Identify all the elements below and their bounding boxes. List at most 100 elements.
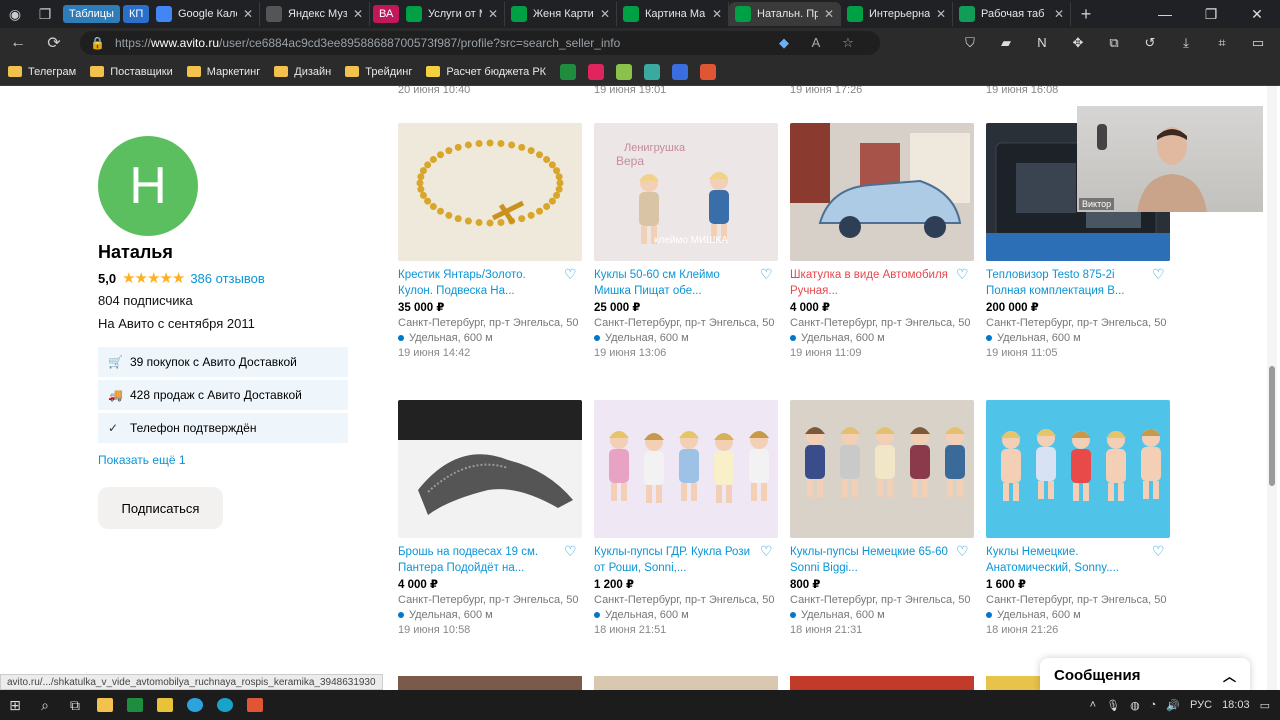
telegram-icon[interactable] <box>180 690 210 720</box>
screenshot-icon[interactable]: ⌗ <box>1206 35 1238 51</box>
heart-icon[interactable]: ♡ <box>564 544 577 576</box>
chevron-up-icon[interactable]: ˄ <box>1090 699 1096 711</box>
extension-icon[interactable]: ▰ <box>990 35 1022 51</box>
new-tab-icon[interactable]: + <box>1071 0 1101 28</box>
clock[interactable]: 18:03 <box>1222 699 1250 711</box>
volume-icon[interactable]: 🔊 <box>1166 699 1180 712</box>
task-view-icon[interactable]: ⧉ <box>60 697 90 714</box>
history-icon[interactable]: ↺ <box>1134 35 1166 51</box>
listing-photo[interactable] <box>790 676 974 690</box>
bookmark[interactable]: Дизайн <box>274 66 331 78</box>
url-field[interactable]: 🔒 https://www.avito.ru/user/ce6884ac9cd3… <box>80 31 880 55</box>
listing-photo[interactable] <box>594 676 778 690</box>
listing-photo[interactable] <box>398 123 582 261</box>
sheets-icon[interactable] <box>120 690 150 720</box>
listing-title[interactable]: Крестик Янтарь/Золото. Кулон. Подвеска Н… <box>398 267 558 299</box>
show-more-link[interactable]: Показать ещё 1 <box>98 453 358 467</box>
listing-card[interactable]: Куклы-пупсы Немецкие 65-60 Sonni Biggi..… <box>790 400 974 638</box>
windows-start-icon[interactable]: ⊞ <box>0 697 30 714</box>
listing-title[interactable]: Куклы-пупсы ГДР. Кукла Рози от Роши, Son… <box>594 544 754 576</box>
tab[interactable]: Рабочая таб ✕ <box>953 2 1071 26</box>
listing-title[interactable]: Брошь на подвесах 19 см. Пантера Подойдё… <box>398 544 558 576</box>
tab-close-icon[interactable]: ✕ <box>712 7 722 21</box>
back-icon[interactable]: ← <box>0 34 36 52</box>
tab[interactable]: Натальн. Пр ✕ <box>729 2 841 26</box>
bookmark[interactable]: Расчет бюджета РК <box>426 66 546 78</box>
tab[interactable]: Картина Ма ✕ <box>617 2 729 26</box>
heart-icon[interactable]: ♡ <box>564 267 577 299</box>
heart-icon[interactable]: ♡ <box>956 267 969 299</box>
read-aloud-icon[interactable]: A <box>804 35 828 51</box>
listing-title[interactable]: Куклы 50-60 см Клеймо Мишка Пищат обе... <box>594 267 754 299</box>
tab-close-icon[interactable]: ✕ <box>1054 7 1064 21</box>
restore-icon[interactable]: ❐ <box>1188 6 1234 23</box>
tab-close-icon[interactable]: ✕ <box>600 7 610 21</box>
listing-card[interactable]: Куклы Немецкие. Анатомический, Sonny....… <box>986 400 1170 638</box>
workspaces-icon[interactable]: ❐ <box>30 0 60 28</box>
language-indicator[interactable]: РУС <box>1190 699 1212 711</box>
tab[interactable]: Интерьерна ✕ <box>841 2 953 26</box>
heart-icon[interactable]: ♡ <box>760 267 773 299</box>
close-icon[interactable]: ✕ <box>1234 6 1280 23</box>
tab[interactable]: Услуги от М ✕ <box>400 2 505 26</box>
page-scrollbar[interactable] <box>1267 86 1277 690</box>
edge-icon[interactable] <box>210 690 240 720</box>
listing-photo[interactable] <box>594 400 778 538</box>
collections-icon[interactable]: ⧉ <box>1098 35 1130 51</box>
tab-close-icon[interactable]: ✕ <box>824 7 834 21</box>
listing-card[interactable]: Крестик Янтарь/Золото. Кулон. Подвеска Н… <box>398 123 582 361</box>
pinterest-icon[interactable] <box>588 63 605 80</box>
drive-icon[interactable] <box>560 63 577 80</box>
bookmark[interactable]: Маркетинг <box>186 66 260 78</box>
heart-icon[interactable]: ♡ <box>956 544 969 576</box>
reviews-link[interactable]: 386 отзывов <box>190 271 264 286</box>
minimize-icon[interactable]: — <box>1142 6 1188 23</box>
bookmark[interactable]: Поставщики <box>90 66 173 78</box>
chevron-up-icon[interactable]: ︿ <box>1223 666 1236 685</box>
listing-photo[interactable] <box>790 123 974 261</box>
listing-title[interactable]: Куклы-пупсы Немецкие 65-60 Sonni Biggi..… <box>790 544 950 576</box>
subscribe-button[interactable]: Подписаться <box>98 487 223 529</box>
listing-card[interactable]: Куклы-пупсы ГДР. Кукла Рози от Роши, Son… <box>594 400 778 638</box>
messages-panel[interactable]: Сообщения ︿ <box>1040 658 1250 690</box>
listing-title[interactable]: Тепловизор Testo 875-2i Полная комплекта… <box>986 267 1146 299</box>
wifi-icon[interactable]: ◔ <box>1150 699 1157 711</box>
listing-card[interactable]: Ленигрушка Вера клеймо МИШКА Куклы 50-60… <box>594 123 778 361</box>
listing-photo[interactable] <box>398 400 582 538</box>
tab[interactable]: Женя Картин ✕ <box>505 2 617 26</box>
mic-icon[interactable]: 🎙 <box>1106 699 1120 712</box>
tab-close-icon[interactable]: ✕ <box>353 7 363 21</box>
listing-photo[interactable] <box>790 400 974 538</box>
menu-icon[interactable]: ▭ <box>1242 35 1274 51</box>
reload-icon[interactable]: ⟳ <box>36 33 72 53</box>
listing-title[interactable]: Куклы Немецкие. Анатомический, Sonny.... <box>986 544 1146 576</box>
tool-icon[interactable] <box>616 63 633 80</box>
tab[interactable]: Яндекс Музы ✕ <box>260 2 370 26</box>
app-icon[interactable] <box>240 690 270 720</box>
heart-icon[interactable]: ♡ <box>1152 267 1165 299</box>
tab-close-icon[interactable]: ✕ <box>936 7 946 21</box>
tab[interactable]: Google Кален ✕ <box>150 2 260 26</box>
heart-icon[interactable]: ♡ <box>760 544 773 576</box>
player-icon[interactable] <box>672 63 689 80</box>
shield-icon[interactable]: ⛉ <box>954 35 986 51</box>
listing-title[interactable]: Шкатулка в виде Автомобиля Ручная... <box>790 267 950 299</box>
tab-close-icon[interactable]: ✕ <box>243 7 253 21</box>
notes-icon[interactable] <box>150 690 180 720</box>
listing-photo[interactable] <box>398 676 582 690</box>
listing-photo[interactable]: Ленигрушка Вера клеймо МИШКА <box>594 123 778 261</box>
download-icon[interactable]: ⤓ <box>1170 35 1202 51</box>
heart-icon[interactable]: ♡ <box>1152 544 1165 576</box>
scrollbar-thumb[interactable] <box>1269 366 1275 486</box>
tab[interactable]: ВА <box>370 2 400 26</box>
bookmark[interactable]: Телеграм <box>8 66 76 78</box>
search-icon[interactable]: ⌕ <box>30 697 60 714</box>
puzzle-icon[interactable]: ✥ <box>1062 35 1094 51</box>
chat-icon[interactable] <box>644 63 661 80</box>
chart-icon[interactable] <box>700 63 717 80</box>
tag-icon[interactable]: ◆ <box>772 35 796 51</box>
listing-card[interactable]: Шкатулка в виде Автомобиля Ручная... ♡ 4… <box>790 123 974 361</box>
network-icon[interactable]: ◍ <box>1130 699 1140 712</box>
tab[interactable]: Таблицы <box>60 2 120 26</box>
notifications-icon[interactable]: ▭ <box>1260 699 1270 712</box>
